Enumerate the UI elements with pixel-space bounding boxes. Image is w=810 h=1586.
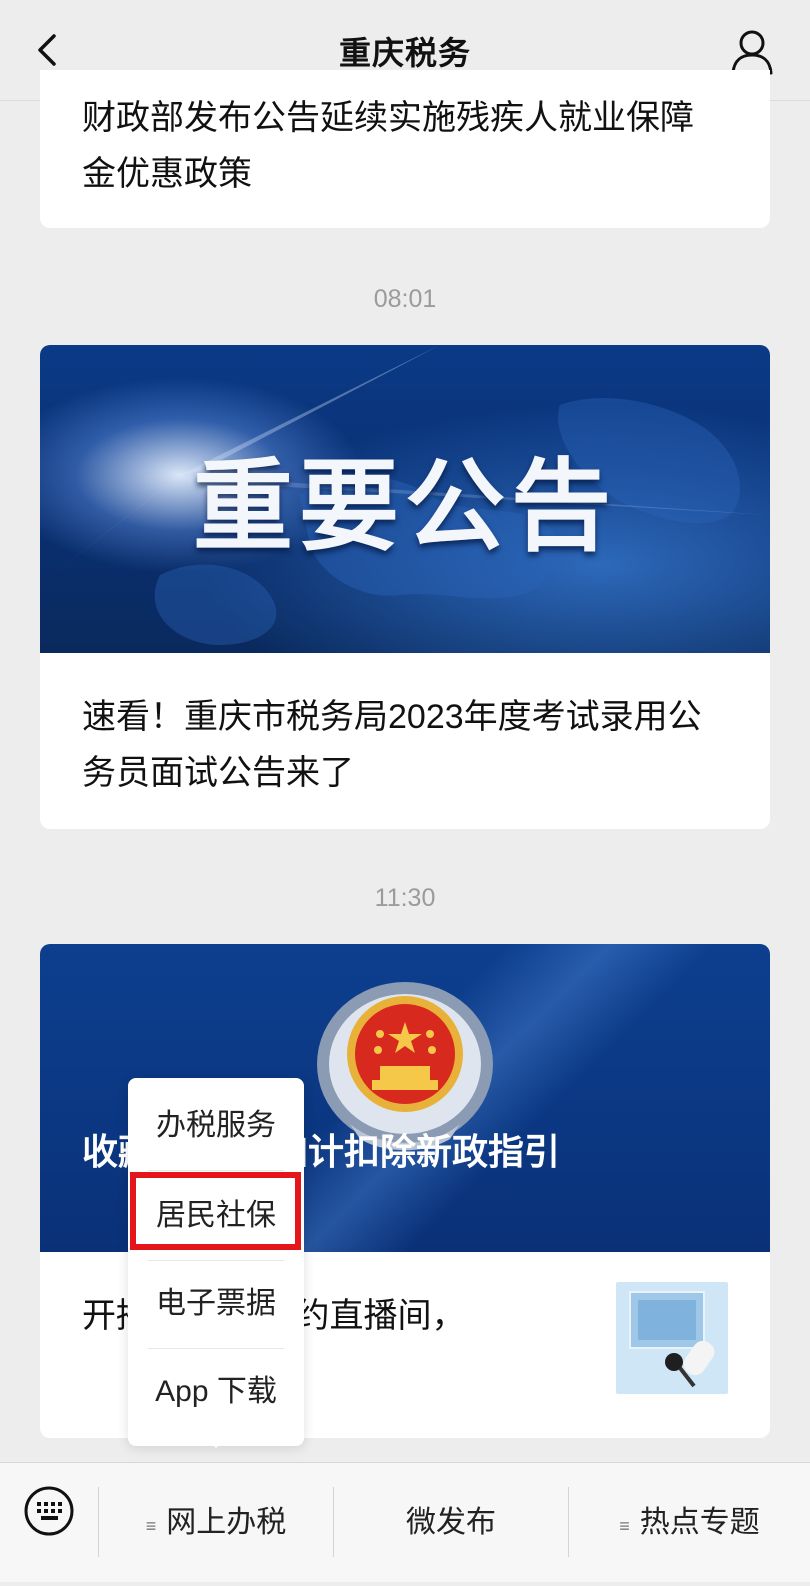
article-card[interactable]: 重要公告 速看！重庆市税务局2023年度考试录用公务员面试公告来了 xyxy=(40,345,770,829)
article-banner-image: 重要公告 xyxy=(40,345,770,653)
article-title: 速看！重庆市税务局2023年度考试录用公务员面试公告来了 xyxy=(82,698,702,792)
microphone-icon xyxy=(629,1291,715,1388)
article-title: 财政部发布公告延续实施残疾人就业保障金优惠政策 xyxy=(82,99,694,193)
submenu-popup: 办税服务 居民社保 电子票据 App 下载 xyxy=(128,1078,304,1446)
submenu-pointer xyxy=(206,1438,226,1448)
article-card[interactable]: 财政部发布公告延续实施残疾人就业保障金优惠政策 xyxy=(40,70,770,228)
submenu-indicator-icon: ≡ xyxy=(619,1516,630,1536)
message-timestamp: 11:30 xyxy=(374,884,436,912)
banner-title: 重要公告 xyxy=(193,451,617,563)
menu-item-e-receipt[interactable]: 电子票据 xyxy=(128,1260,304,1348)
bottom-menu-bar: ≡ 网上办税 微发布 ≡ 热点专题 xyxy=(0,1462,810,1582)
tab-label: 热点专题 xyxy=(639,1506,760,1539)
tab-label: 网上办税 xyxy=(166,1506,287,1539)
tab-hot-topics[interactable]: ≡ 热点专题 xyxy=(569,1463,810,1582)
tab-divider xyxy=(98,1487,99,1557)
highlight-box-menu-item xyxy=(130,1172,301,1250)
submenu-indicator-icon: ≡ xyxy=(145,1516,157,1536)
menu-item-tax-service[interactable]: 办税服务 xyxy=(128,1082,304,1170)
profile-icon[interactable] xyxy=(730,28,774,76)
article-thumbnail xyxy=(616,1282,728,1394)
message-timestamp: 08:01 xyxy=(373,285,437,313)
tab-micro-release[interactable]: 微发布 xyxy=(334,1463,568,1582)
keyboard-toggle-icon[interactable] xyxy=(23,1485,75,1537)
menu-divider xyxy=(148,1170,284,1171)
tab-online-tax[interactable]: ≡ 网上办税 xyxy=(100,1463,332,1582)
tab-label: 微发布 xyxy=(406,1506,496,1539)
page-title: 重庆税务 xyxy=(338,35,471,71)
menu-item-app-download[interactable]: App 下载 xyxy=(128,1348,304,1436)
